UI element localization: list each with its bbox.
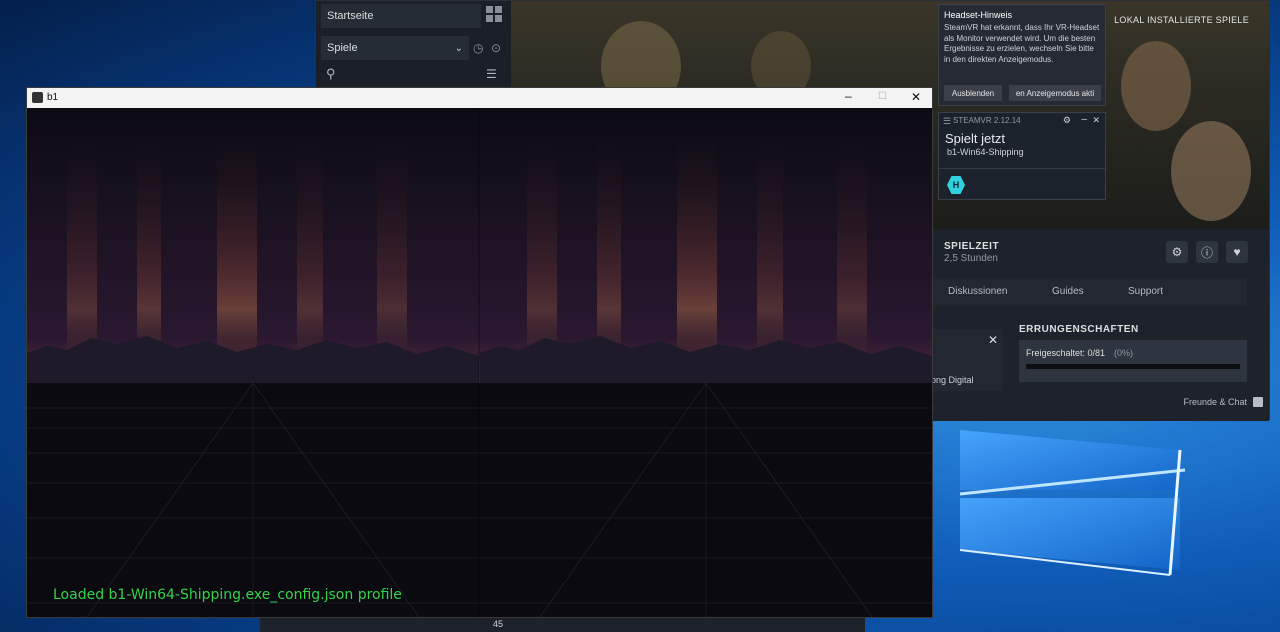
chevron-down-icon: ⌄ [454,42,463,54]
playing-now-label: Spielt jetzt [945,131,1005,146]
background-window-value: 45 [493,619,504,629]
minimize-icon[interactable]: – [1081,114,1087,125]
achievements-unlocked-label: Freigeschaltet: 0/81 [1026,348,1106,358]
steamvr-panel: ☰ STEAMVR 2.12.14 ⚙ – ✕ Spielt jetzt b1-… [938,112,1106,200]
steamvr-title: STEAMVR 2.12.14 [953,116,1021,125]
panel-divider [939,168,1105,169]
game-window-titlebar[interactable]: b1 – ☐ ✕ [27,88,932,108]
menu-icon[interactable]: ☰ [943,116,951,127]
friends-icon [1253,397,1263,407]
headset-notice-popup: Headset-Hinweis SteamVR hat erkannt, das… [938,4,1106,106]
playing-game-name: b1-Win64-Shipping [947,147,1024,157]
heart-icon[interactable]: ♥ [1226,241,1248,263]
background-window-strip: 45 [260,618,865,632]
filter-dropdown[interactable]: Spiele ⌄ [321,36,469,60]
play-circle-icon[interactable]: ⊙ [491,41,501,55]
game-window-title: b1 [47,92,59,103]
search-icon[interactable]: ⚲ [326,66,336,82]
home-label: Startseite [327,10,374,22]
close-icon[interactable]: ✕ [988,333,998,347]
headset-hex-icon[interactable]: H [947,176,965,194]
profile-loaded-message: Loaded b1-Win64-Shipping.exe_config.json… [53,587,402,603]
achievements-percent: (0%) [1114,348,1134,358]
vr-mirror-viewport[interactable]: Loaded b1-Win64-Shipping.exe_config.json… [27,108,932,617]
app-icon [32,92,43,103]
achievements-panel[interactable]: Freigeschaltet: 0/81 (0%) [1019,340,1247,382]
tab-discussions[interactable]: Diskussionen [948,286,1007,297]
direct-mode-button[interactable]: en Anzeigemodus akti [1009,85,1101,101]
installed-games-label[interactable]: LOKAL INSTALLIERTE SPIELE [1114,15,1249,25]
gear-icon[interactable]: ⚙ [1166,241,1188,263]
game-window: b1 – ☐ ✕ Loaded b1-Win64-Shipping.exe_co… [26,87,933,618]
grid-view-icon[interactable] [486,6,502,22]
news-card-text: ong Digital [931,375,974,385]
headset-notice-title: Headset-Hinweis [944,10,1013,20]
windows-logo-graphic [959,430,1186,576]
recent-clock-icon[interactable]: ◷ [473,41,483,55]
playtime-label: SPIELZEIT [944,241,1000,252]
settings-icon[interactable]: ⚙ [1063,115,1071,126]
tab-guides[interactable]: Guides [1052,286,1084,297]
filter-lines-icon[interactable]: ☰ [486,67,497,81]
playtime-value: 2,5 Stunden [944,253,998,264]
close-icon[interactable]: ✕ [1092,115,1100,126]
maximize-button[interactable]: ☐ [878,91,887,102]
achievements-progress-bar [1026,364,1240,369]
info-icon[interactable]: ⓘ [1196,241,1218,263]
close-button[interactable]: ✕ [911,90,921,104]
game-tab-bar: Diskussionen Guides Support [933,278,1247,306]
achievements-heading: ERRUNGENSCHAFTEN [1019,324,1139,335]
vr-scene [27,108,932,617]
minimize-button[interactable]: – [845,89,852,103]
tab-support[interactable]: Support [1128,286,1163,297]
hero-art-face [1121,41,1191,131]
headset-notice-body: SteamVR hat erkannt, dass Ihr VR-Headset… [944,23,1100,64]
news-card: ✕ ong Digital [931,329,1003,391]
friends-chat-label: Freunde & Chat [1183,397,1247,407]
home-button[interactable]: Startseite [321,4,481,28]
hide-button[interactable]: Ausblenden [944,85,1002,101]
hero-art-face [1171,121,1251,221]
filter-label: Spiele [327,42,358,54]
friends-chat-button[interactable]: Freunde & Chat [1183,397,1263,407]
